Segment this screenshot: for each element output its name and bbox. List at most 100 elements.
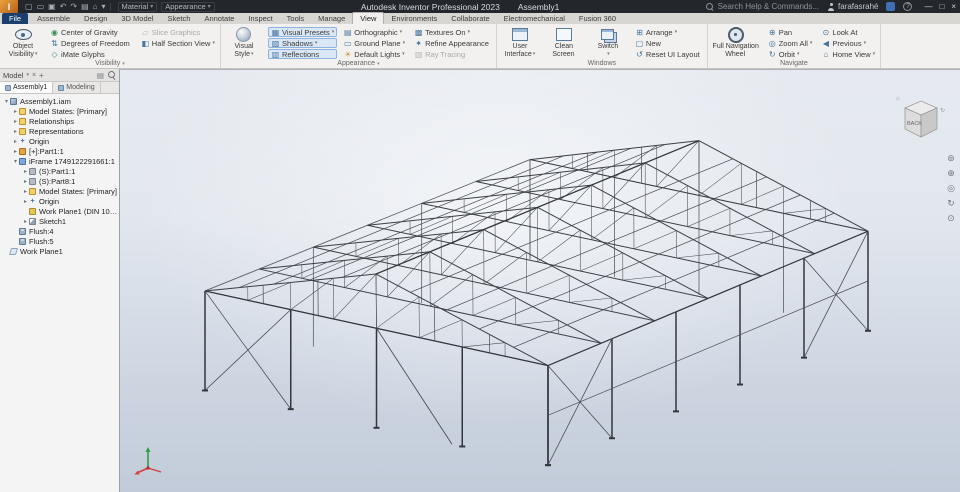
redo-icon[interactable]: ↷ <box>70 0 77 13</box>
tree-item[interactable]: Sketch1 <box>0 216 119 226</box>
object-visibility-button[interactable]: Object Visibility ▾ <box>2 25 44 59</box>
zoom-all-button[interactable]: ◎ Zoom All ▾ <box>765 38 816 48</box>
center-of-gravity-button[interactable]: ◉ Center of Gravity <box>47 27 135 37</box>
tree-expander-icon[interactable] <box>12 118 19 125</box>
tree-expander-icon[interactable] <box>12 128 19 135</box>
save-icon[interactable]: ▣ <box>48 0 56 13</box>
browser-panel-tab[interactable]: Model <box>3 71 23 80</box>
tab-fusion-360[interactable]: Fusion 360 <box>572 13 623 24</box>
close-button[interactable]: × <box>951 2 956 11</box>
arrange-button[interactable]: ⊞ Arrange ▾ <box>632 27 705 37</box>
inventor-logo[interactable]: I <box>0 0 18 13</box>
tree-item[interactable]: Model States: [Primary] <box>0 186 119 196</box>
switch-button[interactable]: Switch ▾ <box>587 25 629 59</box>
reset-ui-layout-button[interactable]: ↺ Reset UI Layout <box>632 49 705 59</box>
help-icon[interactable]: ? <box>903 2 913 11</box>
pan-button[interactable]: ⊕ Pan <box>765 27 816 37</box>
reflections-button[interactable]: ▥ Reflections <box>267 49 338 59</box>
panel-footer-appearance[interactable]: Appearance ▾ <box>223 59 494 68</box>
tab-file[interactable]: File <box>2 13 29 24</box>
visual-style-button[interactable]: Visual Style ▾ <box>223 25 265 59</box>
tree-item[interactable]: Relationships <box>0 116 119 126</box>
tab-tools[interactable]: Tools <box>280 13 312 24</box>
orthographic-button[interactable]: ▤ Orthographic ▾ <box>340 27 408 37</box>
zoom-icon[interactable]: ◎ <box>947 184 955 193</box>
tab-design[interactable]: Design <box>77 13 114 24</box>
full-navigation-wheel-button[interactable]: Full Navigation Wheel <box>710 25 762 59</box>
open-icon[interactable]: ▭ <box>37 0 45 13</box>
tab-manage[interactable]: Manage <box>311 13 352 24</box>
orbit-icon[interactable]: ↻ <box>947 199 955 208</box>
tree-item[interactable]: Work Plane1 (DIN 1025-3 - EURON… <box>0 206 119 216</box>
previous-button[interactable]: ◀ Previous ▾ <box>818 38 878 48</box>
full-navigation-wheel-icon[interactable]: ⊚ <box>947 154 955 163</box>
tab-view[interactable]: View <box>352 12 385 24</box>
panel-footer-visibility[interactable]: Visibility ▾ <box>2 59 218 68</box>
browser-doc-tab[interactable]: Modeling <box>53 82 101 93</box>
qat-dropdown-icon[interactable]: ▾ <box>102 0 106 13</box>
tree-expander-icon[interactable] <box>22 188 29 195</box>
app-store-icon[interactable] <box>886 2 896 11</box>
tab-collaborate[interactable]: Collaborate <box>444 13 496 24</box>
new-file-icon[interactable]: ▢ <box>25 0 33 13</box>
imate-glyphs-button[interactable]: ◇ iMate Glyphs <box>47 49 135 59</box>
panel-footer-navigate[interactable]: Navigate <box>710 59 878 68</box>
new-window-button[interactable]: ▢ New <box>632 38 705 48</box>
look-at-button[interactable]: ⊙ Look At <box>818 27 878 37</box>
appearance-dropdown[interactable]: Appearance ▾ <box>161 1 215 12</box>
3d-viewport[interactable]: ⌂ BACK ↻ ⊚ ⊕ ◎ ↻ ⊙ <box>120 69 960 492</box>
help-search[interactable]: Search Help & Commands... <box>705 2 819 11</box>
panel-footer-windows[interactable]: Windows <box>499 59 705 68</box>
browser-doc-tab[interactable]: Assembly1 <box>0 82 54 93</box>
filter-icon[interactable]: ▤ <box>97 71 104 80</box>
tree-item[interactable]: (S):Part8:1 <box>0 176 119 186</box>
tree-item[interactable]: iFrame 1749122291661:1 <box>0 156 119 166</box>
tab-3d-model[interactable]: 3D Model <box>114 13 160 24</box>
degrees-of-freedom-button[interactable]: ⇅ Degrees of Freedom <box>47 38 135 48</box>
home-icon[interactable]: ⌂ <box>93 0 98 13</box>
assembly-3d-model[interactable] <box>120 70 960 492</box>
tree-item[interactable]: [+]:Part1:1 <box>0 146 119 156</box>
tree-item[interactable]: Work Plane1 <box>0 246 119 256</box>
pan-icon[interactable]: ⊕ <box>947 169 955 178</box>
user-interface-button[interactable]: User Interface ▾ <box>499 25 541 59</box>
tab-electromechanical[interactable]: Electromechanical <box>497 13 572 24</box>
home-view-button[interactable]: ⌂ Home View ▾ <box>818 49 878 59</box>
close-panel-icon[interactable]: × <box>32 72 36 79</box>
textures-on-button[interactable]: ▩ Textures On ▾ <box>411 27 494 37</box>
print-icon[interactable]: ▤ <box>81 0 89 13</box>
account-menu[interactable]: farafasrahé <box>827 2 878 11</box>
add-panel-icon[interactable]: + <box>39 71 44 80</box>
default-lights-button[interactable]: ☀ Default Lights ▾ <box>340 49 408 59</box>
tree-expander-icon[interactable] <box>12 148 19 155</box>
viewcube-rotate-icon[interactable]: ↻ <box>940 108 945 114</box>
viewcube[interactable]: ⌂ BACK ↻ <box>894 92 948 148</box>
slice-graphics-button[interactable]: ▱ Slice Graphics <box>138 27 218 37</box>
tree-expander-icon[interactable] <box>22 168 29 175</box>
tree-expander-icon[interactable] <box>22 178 29 185</box>
look-at-icon[interactable]: ⊙ <box>947 214 955 223</box>
visual-presets-button[interactable]: ▦ Visual Presets ▾ <box>267 27 338 37</box>
tree-expander-icon[interactable] <box>12 138 19 145</box>
tree-expander-icon[interactable] <box>22 218 29 225</box>
tree-item[interactable]: Assembly1.iam <box>0 96 119 106</box>
refine-appearance-button[interactable]: ✦ Refine Appearance <box>411 38 494 48</box>
browser-search-icon[interactable] <box>108 71 116 79</box>
ray-tracing-button[interactable]: ▧ Ray Tracing <box>411 49 494 59</box>
shadows-button[interactable]: ▨ Shadows ▾ <box>267 38 338 48</box>
tree-item[interactable]: Flush:5 <box>0 236 119 246</box>
tree-item[interactable]: Origin <box>0 136 119 146</box>
tab-annotate[interactable]: Annotate <box>197 13 241 24</box>
clean-screen-button[interactable]: Clean Screen <box>543 25 585 59</box>
half-section-view-button[interactable]: ◧ Half Section View ▾ <box>138 38 218 48</box>
tree-item[interactable]: Origin <box>0 196 119 206</box>
tree-expander-icon[interactable] <box>12 108 19 115</box>
restore-button[interactable]: □ <box>939 2 944 11</box>
tab-sketch[interactable]: Sketch <box>161 13 198 24</box>
orbit-button[interactable]: ↻ Orbit ▾ <box>765 49 816 59</box>
tab-assemble[interactable]: Assemble <box>30 13 77 24</box>
tree-item[interactable]: Representations <box>0 126 119 136</box>
material-dropdown[interactable]: Material ▾ <box>117 1 158 12</box>
minimize-button[interactable]: — <box>924 2 932 11</box>
tree-item[interactable]: (S):Part1:1 <box>0 166 119 176</box>
